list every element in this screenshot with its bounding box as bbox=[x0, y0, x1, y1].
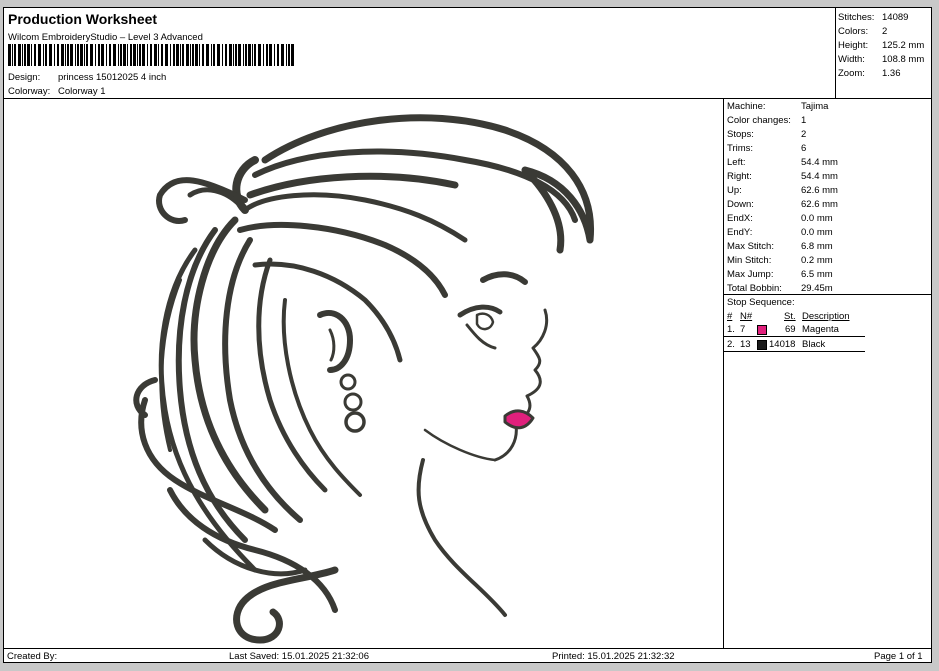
machine-info-label: Right: bbox=[727, 171, 752, 182]
summary-value: 2 bbox=[882, 26, 888, 37]
color-swatch-magenta bbox=[757, 325, 767, 335]
machine-info-value: 54.4 mm bbox=[801, 171, 838, 182]
machine-info-label: Min Stitch: bbox=[727, 255, 772, 266]
barcode bbox=[8, 44, 294, 66]
machine-info-value: 6.5 mm bbox=[801, 269, 833, 280]
machine-info-label: Total Bobbin: bbox=[727, 283, 782, 294]
machine-info-value: 6 bbox=[801, 143, 807, 154]
machine-info-value: 62.6 mm bbox=[801, 199, 838, 210]
machine-info-value: 0.2 mm bbox=[801, 255, 833, 266]
stop-header-description: Description bbox=[802, 311, 850, 322]
machine-info-label: EndY: bbox=[727, 227, 753, 238]
machine-info-value: 2 bbox=[801, 129, 807, 140]
software-name: Wilcom EmbroideryStudio – Level 3 Advanc… bbox=[8, 32, 203, 43]
colorway-label: Colorway: bbox=[8, 86, 51, 97]
machine-info-label: Machine: bbox=[727, 101, 766, 112]
summary-value: 125.2 mm bbox=[882, 40, 925, 51]
stop-sequence-title: Stop Sequence: bbox=[727, 297, 795, 308]
stop-header-n: N# bbox=[740, 311, 753, 322]
machine-info-value: Tajima bbox=[801, 101, 829, 112]
production-worksheet: Production Worksheet Wilcom EmbroiderySt… bbox=[3, 7, 932, 663]
summary-label: Zoom: bbox=[838, 68, 865, 79]
machine-info-label: Left: bbox=[727, 157, 746, 168]
color-swatch-black bbox=[757, 340, 767, 350]
design-label: Design: bbox=[8, 72, 41, 83]
machine-info-value: 1 bbox=[801, 115, 807, 126]
summary-value: 108.8 mm bbox=[882, 54, 925, 65]
machine-info-value: 0.0 mm bbox=[801, 227, 833, 238]
machine-info-label: Up: bbox=[727, 185, 742, 196]
printed-date: Printed: 15.01.2025 21:32:32 bbox=[552, 651, 675, 662]
embroidery-design-image bbox=[133, 114, 595, 644]
last-saved: Last Saved: 15.01.2025 21:32:06 bbox=[229, 651, 369, 662]
machine-info-label: Max Stitch: bbox=[727, 241, 774, 252]
stop-header-st: St. bbox=[784, 311, 796, 322]
page-title: Production Worksheet bbox=[8, 11, 158, 27]
summary-value: 1.36 bbox=[882, 68, 901, 79]
machine-info-value: 62.6 mm bbox=[801, 185, 838, 196]
machine-info-label: Down: bbox=[727, 199, 754, 210]
machine-info-label: Stops: bbox=[727, 129, 754, 140]
created-by: Created By: bbox=[7, 651, 58, 662]
summary-label: Width: bbox=[838, 54, 865, 65]
summary-value: 14089 bbox=[882, 12, 909, 23]
machine-info-value: 29.45m bbox=[801, 283, 833, 294]
summary-label: Colors: bbox=[838, 26, 869, 37]
machine-info-label: Max Jump: bbox=[727, 269, 774, 280]
machine-info-label: Color changes: bbox=[727, 115, 791, 126]
colorway-value: Colorway 1 bbox=[58, 86, 106, 97]
machine-info-label: EndX: bbox=[727, 213, 753, 224]
page-number: Page 1 of 1 bbox=[874, 651, 923, 662]
machine-info-value: 6.8 mm bbox=[801, 241, 833, 252]
machine-info-label: Trims: bbox=[727, 143, 754, 154]
stop-header-num: # bbox=[727, 311, 733, 322]
summary-label: Stitches: bbox=[838, 12, 875, 23]
summary-label: Height: bbox=[838, 40, 869, 51]
design-preview bbox=[5, 100, 723, 648]
machine-info-value: 54.4 mm bbox=[801, 157, 838, 168]
machine-info-value: 0.0 mm bbox=[801, 213, 833, 224]
design-value: princess 15012025 4 inch bbox=[58, 72, 167, 83]
